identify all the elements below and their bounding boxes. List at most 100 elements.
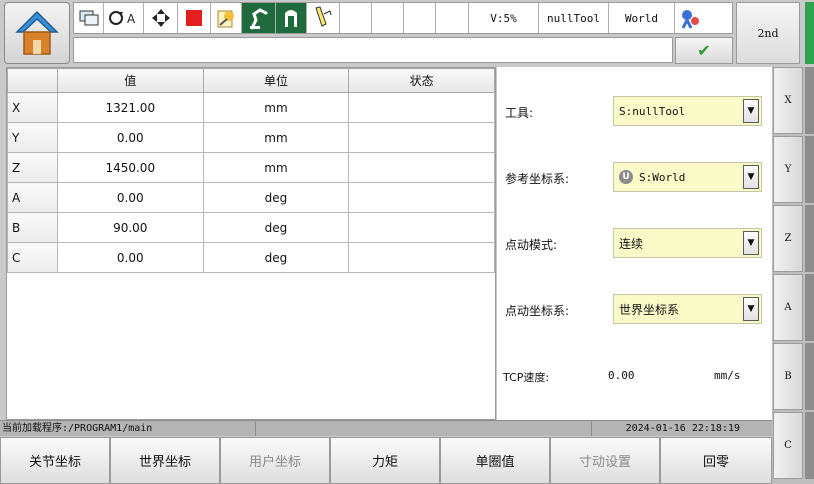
axis-button-b[interactable]: B — [773, 343, 803, 410]
empty-slot — [340, 3, 372, 33]
axis-button-edge — [805, 412, 814, 479]
empty-slot — [436, 3, 469, 33]
home-icon — [15, 10, 59, 55]
second-function-button[interactable]: 2nd — [736, 2, 800, 64]
home-button[interactable] — [4, 2, 70, 64]
triangle-down-icon[interactable]: ▼ — [743, 297, 759, 321]
ref-frame-label: 参考坐标系: — [505, 172, 570, 186]
gripper-icon[interactable] — [276, 3, 307, 33]
confirm-button[interactable]: ✔ — [675, 37, 733, 64]
row-axis: B — [7, 212, 58, 243]
axis-button-edge — [805, 136, 814, 203]
axis-button-strip: X Y Z A B C — [772, 67, 814, 484]
row-status — [348, 152, 495, 183]
jog-arrows-icon[interactable] — [144, 3, 178, 33]
coordinate-table-panel: 值 单位 状态 X 1321.00 mm Y 0.00 mm Z 1450.00… — [6, 67, 496, 420]
jog-mode-label: 点动模式: — [505, 238, 558, 252]
datetime-status: 2024-01-16 22:18:19 — [625, 423, 740, 434]
header-axis — [7, 68, 58, 93]
row-axis: C — [7, 242, 58, 273]
auto-mode-icon[interactable]: A — [104, 3, 144, 33]
jog-frame-select[interactable]: 世界坐标系 ▼ — [613, 294, 762, 324]
ref-frame-select[interactable]: U S:World ▼ — [613, 162, 762, 192]
triangle-down-icon[interactable]: ▼ — [743, 231, 759, 255]
row-value: 0.00 — [56, 122, 204, 153]
tcp-speed-value: 0.00 — [608, 369, 635, 382]
bottom-function-bar: 关节坐标 世界坐标 用户坐标 力矩 单圈值 寸动设置 回零 — [0, 437, 772, 484]
command-input[interactable] — [73, 37, 673, 63]
table-row[interactable]: C 0.00 deg — [7, 242, 495, 273]
world-coordinates-button[interactable]: 世界坐标 — [110, 437, 220, 484]
axis-button-y[interactable]: Y — [773, 136, 803, 203]
row-value: 1321.00 — [56, 92, 204, 123]
jog-settings-panel: 工具: S:nullTool ▼ 参考坐标系: U S:World ▼ 点动模式… — [497, 67, 772, 420]
tool-indicator[interactable]: nullTool — [539, 3, 609, 33]
empty-slot — [372, 3, 404, 33]
row-status — [348, 92, 495, 123]
axis-button-edge — [805, 67, 814, 134]
row-status — [348, 182, 495, 213]
green-status-strip — [805, 2, 814, 64]
row-status — [348, 212, 495, 243]
table-row[interactable]: A 0.00 deg — [7, 182, 495, 213]
svg-text:A: A — [127, 12, 136, 26]
stop-icon[interactable] — [178, 3, 211, 33]
table-row[interactable]: B 90.00 deg — [7, 212, 495, 243]
speed-indicator[interactable]: V:5% — [469, 3, 539, 33]
table-row[interactable]: Z 1450.00 mm — [7, 152, 495, 183]
tcp-speed-unit: mm/s — [714, 369, 741, 382]
axis-button-z[interactable]: Z — [773, 205, 803, 272]
axis-button-x[interactable]: X — [773, 67, 803, 134]
jog-frame-label: 点动坐标系: — [505, 304, 570, 318]
ref-frame-select-value: S:World — [639, 170, 686, 184]
empty-slot — [404, 3, 436, 33]
status-message — [256, 421, 592, 436]
home-return-button[interactable]: 回零 — [660, 437, 772, 484]
teach-pendant-icon[interactable] — [307, 3, 340, 33]
row-unit: deg — [202, 212, 350, 243]
header-value: 值 — [56, 68, 204, 93]
inch-settings-button[interactable]: 寸动设置 — [550, 437, 660, 484]
axis-button-edge — [805, 274, 814, 341]
row-value: 1450.00 — [56, 152, 204, 183]
loaded-program-status: 当前加载程序:/PROGRAM1/main — [0, 421, 256, 436]
axis-button-a[interactable]: A — [773, 274, 803, 341]
table-header-row: 值 单位 状态 — [7, 68, 495, 93]
tool-label: 工具: — [505, 106, 534, 120]
jog-mode-select[interactable]: 连续 ▼ — [613, 228, 762, 258]
user-coordinates-button[interactable]: 用户坐标 — [220, 437, 330, 484]
row-value: 0.00 — [56, 242, 204, 273]
joint-coordinates-button[interactable]: 关节坐标 — [0, 437, 110, 484]
robot-settings-icon[interactable] — [675, 3, 704, 33]
checkmark-icon: ✔ — [697, 41, 711, 60]
axis-button-c[interactable]: C — [773, 412, 803, 479]
row-unit: deg — [202, 242, 350, 273]
jog-frame-select-value: 世界坐标系 — [619, 302, 680, 317]
robot-arm-icon[interactable] — [242, 3, 276, 33]
row-value: 0.00 — [56, 182, 204, 213]
jog-mode-select-value: 连续 — [619, 236, 644, 251]
axis-button-edge — [805, 343, 814, 410]
run-program-icon[interactable] — [211, 3, 242, 33]
user-frame-badge: U — [619, 170, 633, 184]
row-axis: Y — [7, 122, 58, 153]
table-row[interactable]: Y 0.00 mm — [7, 122, 495, 153]
triangle-down-icon[interactable]: ▼ — [743, 165, 759, 189]
tool-select[interactable]: S:nullTool ▼ — [613, 96, 762, 126]
row-axis: A — [7, 182, 58, 213]
row-unit: deg — [202, 182, 350, 213]
frame-indicator[interactable]: World — [609, 3, 675, 33]
triangle-down-icon[interactable]: ▼ — [743, 99, 759, 123]
header-status: 状态 — [348, 68, 495, 93]
axis-button-edge — [805, 205, 814, 272]
row-status — [348, 242, 495, 273]
monitor-icon[interactable] — [74, 3, 104, 33]
coordinate-table: 值 单位 状态 X 1321.00 mm Y 0.00 mm Z 1450.00… — [7, 68, 495, 273]
row-status — [348, 122, 495, 153]
row-axis: Z — [7, 152, 58, 183]
table-row[interactable]: X 1321.00 mm — [7, 92, 495, 123]
torque-button[interactable]: 力矩 — [330, 437, 440, 484]
header-unit: 单位 — [202, 68, 350, 93]
row-unit: mm — [202, 122, 350, 153]
single-turn-value-button[interactable]: 单圈值 — [440, 437, 550, 484]
